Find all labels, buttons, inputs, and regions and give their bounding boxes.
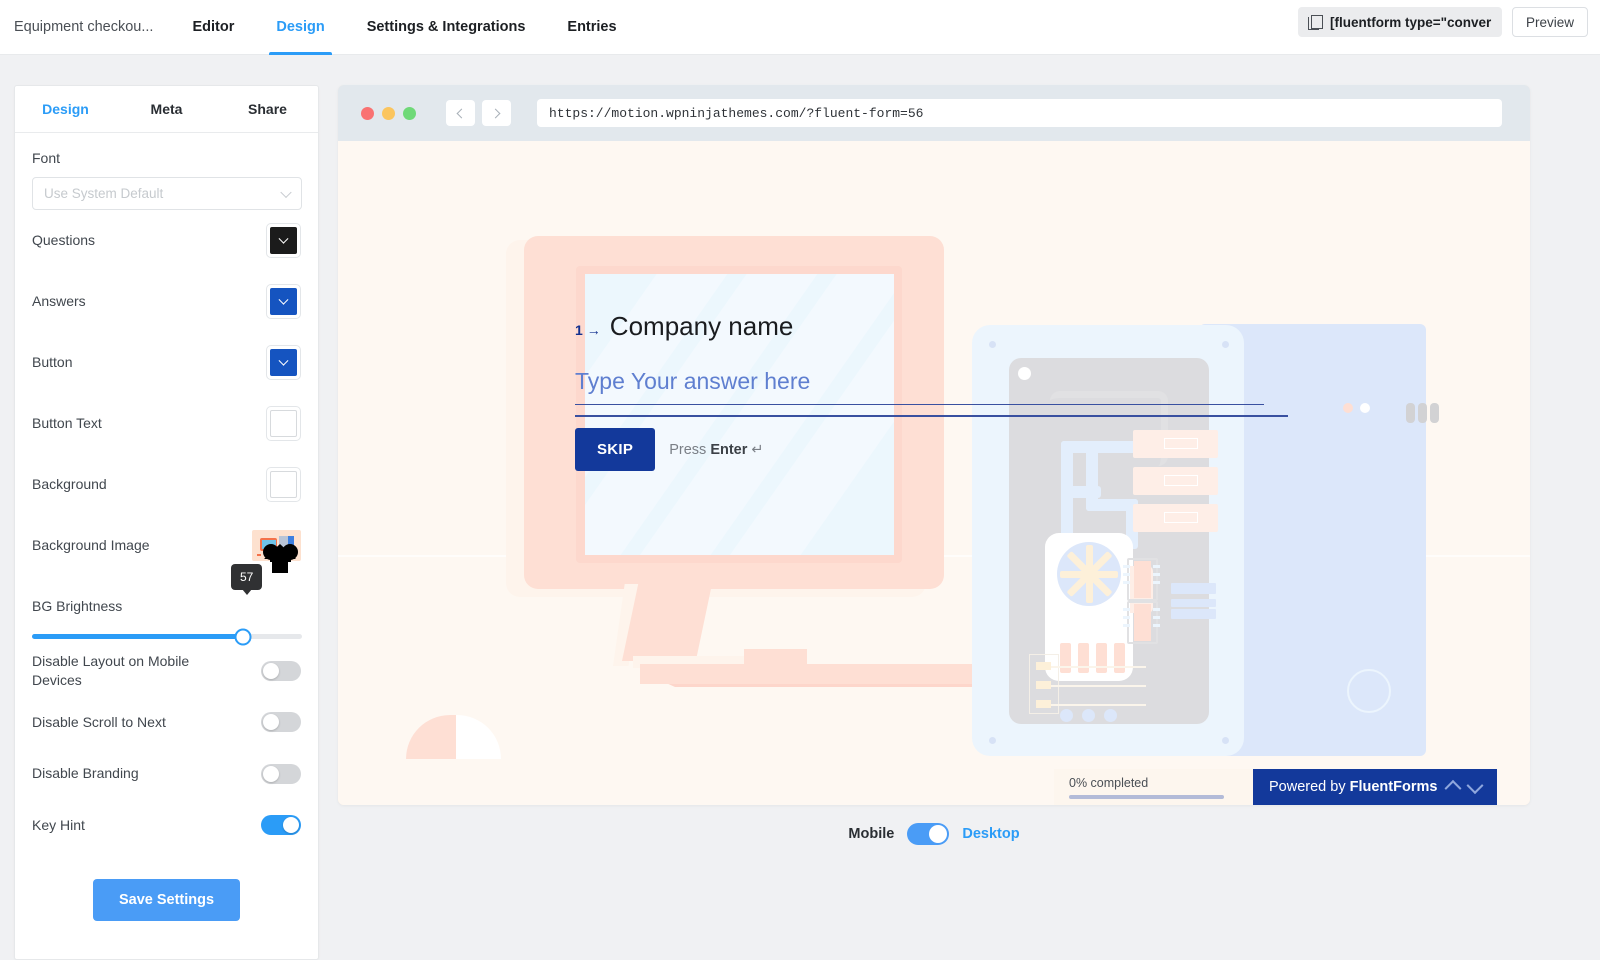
row-key-hint: Key Hint (32, 802, 301, 848)
tab-entries[interactable]: Entries (546, 0, 637, 55)
app-topbar: Equipment checkou... Editor Design Setti… (0, 0, 1600, 55)
conversational-form: 1 → Company name Type Your answer here S… (575, 311, 1530, 471)
cursor-upload-icon (263, 544, 298, 573)
row-background-color: Background (32, 454, 301, 515)
row-button-color: Button (32, 332, 301, 393)
device-label-mobile[interactable]: Mobile (848, 826, 894, 842)
save-settings-wrap: Save Settings (32, 879, 301, 921)
chevron-down-icon[interactable] (1466, 777, 1484, 795)
preview-canvas: 1 → Company name Type Your answer here S… (338, 141, 1530, 805)
background-illustration (338, 141, 1530, 805)
chevron-down-icon (278, 233, 289, 244)
hint-key: Enter (710, 441, 748, 458)
form-footer: 0% completed Powered by FluentForms (1054, 769, 1498, 805)
powered-by-bar[interactable]: Powered by FluentForms (1253, 769, 1498, 805)
illustration-mouse (406, 715, 501, 759)
progress-bar (1069, 794, 1224, 799)
row-button-text-color: Button Text (32, 393, 301, 454)
chevron-down-icon (278, 294, 289, 305)
app-body: Design Meta Share Font Use System Defaul… (0, 55, 1600, 960)
browser-url-bar[interactable]: https://motion.wpninjathemes.com/?fluent… (537, 99, 1502, 127)
device-preview-toggle: Mobile Desktop (338, 823, 1530, 845)
close-window-dot[interactable] (361, 106, 374, 120)
button-color-label: Button (32, 354, 73, 371)
maximize-window-dot[interactable] (403, 106, 416, 120)
answer-input[interactable]: Type Your answer here (575, 368, 1264, 405)
questions-color-picker[interactable] (266, 223, 301, 258)
design-sidebar: Design Meta Share Font Use System Defaul… (14, 85, 319, 960)
skip-button[interactable]: SKIP (575, 428, 656, 471)
bg-brightness-control: BG Brightness 57 (32, 544, 302, 645)
copy-icon (1307, 14, 1323, 30)
background-image-label: Background Image (32, 537, 150, 554)
arrow-right-icon: → (586, 322, 601, 338)
hint-prefix: Press (669, 441, 711, 458)
sidebar-tab-share[interactable]: Share (217, 86, 318, 132)
browser-chrome-bar: https://motion.wpninjathemes.com/?fluent… (338, 85, 1530, 141)
disable-layout-mobile-label: Disable Layout on Mobile Devices (32, 653, 190, 688)
button-text-color-picker[interactable] (266, 406, 301, 441)
chevron-down-icon (280, 186, 292, 198)
font-select[interactable]: Use System Default (32, 177, 302, 210)
device-label-desktop[interactable]: Desktop (962, 826, 1019, 842)
row-questions-color: Questions (32, 210, 301, 271)
font-label: Font (32, 150, 61, 166)
question-number: 1 (575, 322, 583, 338)
form-title: Equipment checkou... (14, 19, 154, 35)
device-toggle-switch[interactable] (907, 823, 950, 845)
questions-color-label: Questions (32, 232, 96, 249)
row-answers-color: Answers (32, 271, 301, 332)
row-disable-branding: Disable Branding (32, 745, 301, 802)
progress-label: 0% completed (1069, 775, 1149, 790)
button-text-color-label: Button Text (32, 415, 102, 432)
browser-back-button[interactable] (446, 100, 475, 126)
powered-by-text: Powered by FluentForms (1269, 779, 1438, 795)
row-disable-scroll-next: Disable Scroll to Next (32, 699, 301, 745)
bg-brightness-slider[interactable] (32, 628, 302, 645)
form-actions: SKIP Press Enter ↵ (575, 428, 1530, 471)
bg-brightness-knob[interactable] (234, 628, 252, 645)
press-enter-hint: Press Enter ↵ (669, 442, 763, 458)
chevron-up-icon[interactable] (1444, 779, 1462, 797)
question-text: Company name (609, 311, 794, 341)
sidebar-tab-design[interactable]: Design (15, 86, 116, 132)
disable-scroll-next-toggle[interactable] (261, 712, 301, 732)
chevron-down-icon (278, 355, 289, 366)
tab-editor[interactable]: Editor (171, 0, 255, 55)
progress-box: 0% completed (1054, 769, 1253, 805)
sidebar-content: Font Use System Default Questions Answer… (15, 133, 318, 921)
browser-nav-buttons (446, 100, 511, 126)
key-hint-label: Key Hint (32, 816, 85, 833)
browser-forward-button[interactable] (482, 100, 511, 126)
main-nav: Editor Design Settings & Integrations En… (171, 0, 637, 55)
font-select-value: Use System Default (44, 186, 164, 201)
save-settings-button[interactable]: Save Settings (92, 879, 241, 921)
shortcode-text: [fluentform type="conver (1329, 14, 1492, 30)
minimize-window-dot[interactable] (382, 106, 395, 120)
tab-design[interactable]: Design (255, 0, 345, 55)
background-color-picker[interactable] (266, 467, 301, 502)
window-controls (361, 106, 416, 120)
bg-brightness-label: BG Brightness (32, 598, 123, 614)
disable-branding-label: Disable Branding (32, 765, 139, 782)
sidebar-tab-meta[interactable]: Meta (116, 86, 217, 132)
preview-button[interactable]: Preview (1511, 7, 1588, 37)
shortcode-copy-field[interactable]: [fluentform type="conver (1297, 7, 1502, 37)
background-color-label: Background (32, 476, 107, 493)
answers-color-picker[interactable] (266, 284, 301, 319)
form-preview-panel: https://motion.wpninjathemes.com/?fluent… (338, 85, 1530, 805)
disable-layout-mobile-toggle[interactable] (261, 661, 301, 681)
button-color-picker[interactable] (266, 345, 301, 380)
disable-scroll-next-label: Disable Scroll to Next (32, 713, 166, 730)
question-line: 1 → Company name (575, 311, 1530, 342)
bg-brightness-tooltip: 57 (231, 564, 263, 595)
answers-color-label: Answers (32, 293, 86, 310)
tab-settings-integrations[interactable]: Settings & Integrations (346, 0, 547, 55)
enter-symbol-icon: ↵ (751, 441, 764, 458)
sidebar-tabs: Design Meta Share (15, 86, 318, 133)
disable-branding-toggle[interactable] (261, 763, 301, 784)
row-disable-layout-mobile: Disable Layout on Mobile Devices (32, 643, 301, 699)
key-hint-toggle[interactable] (261, 815, 301, 835)
topbar-actions: [fluentform type="conver Preview (1297, 7, 1588, 37)
